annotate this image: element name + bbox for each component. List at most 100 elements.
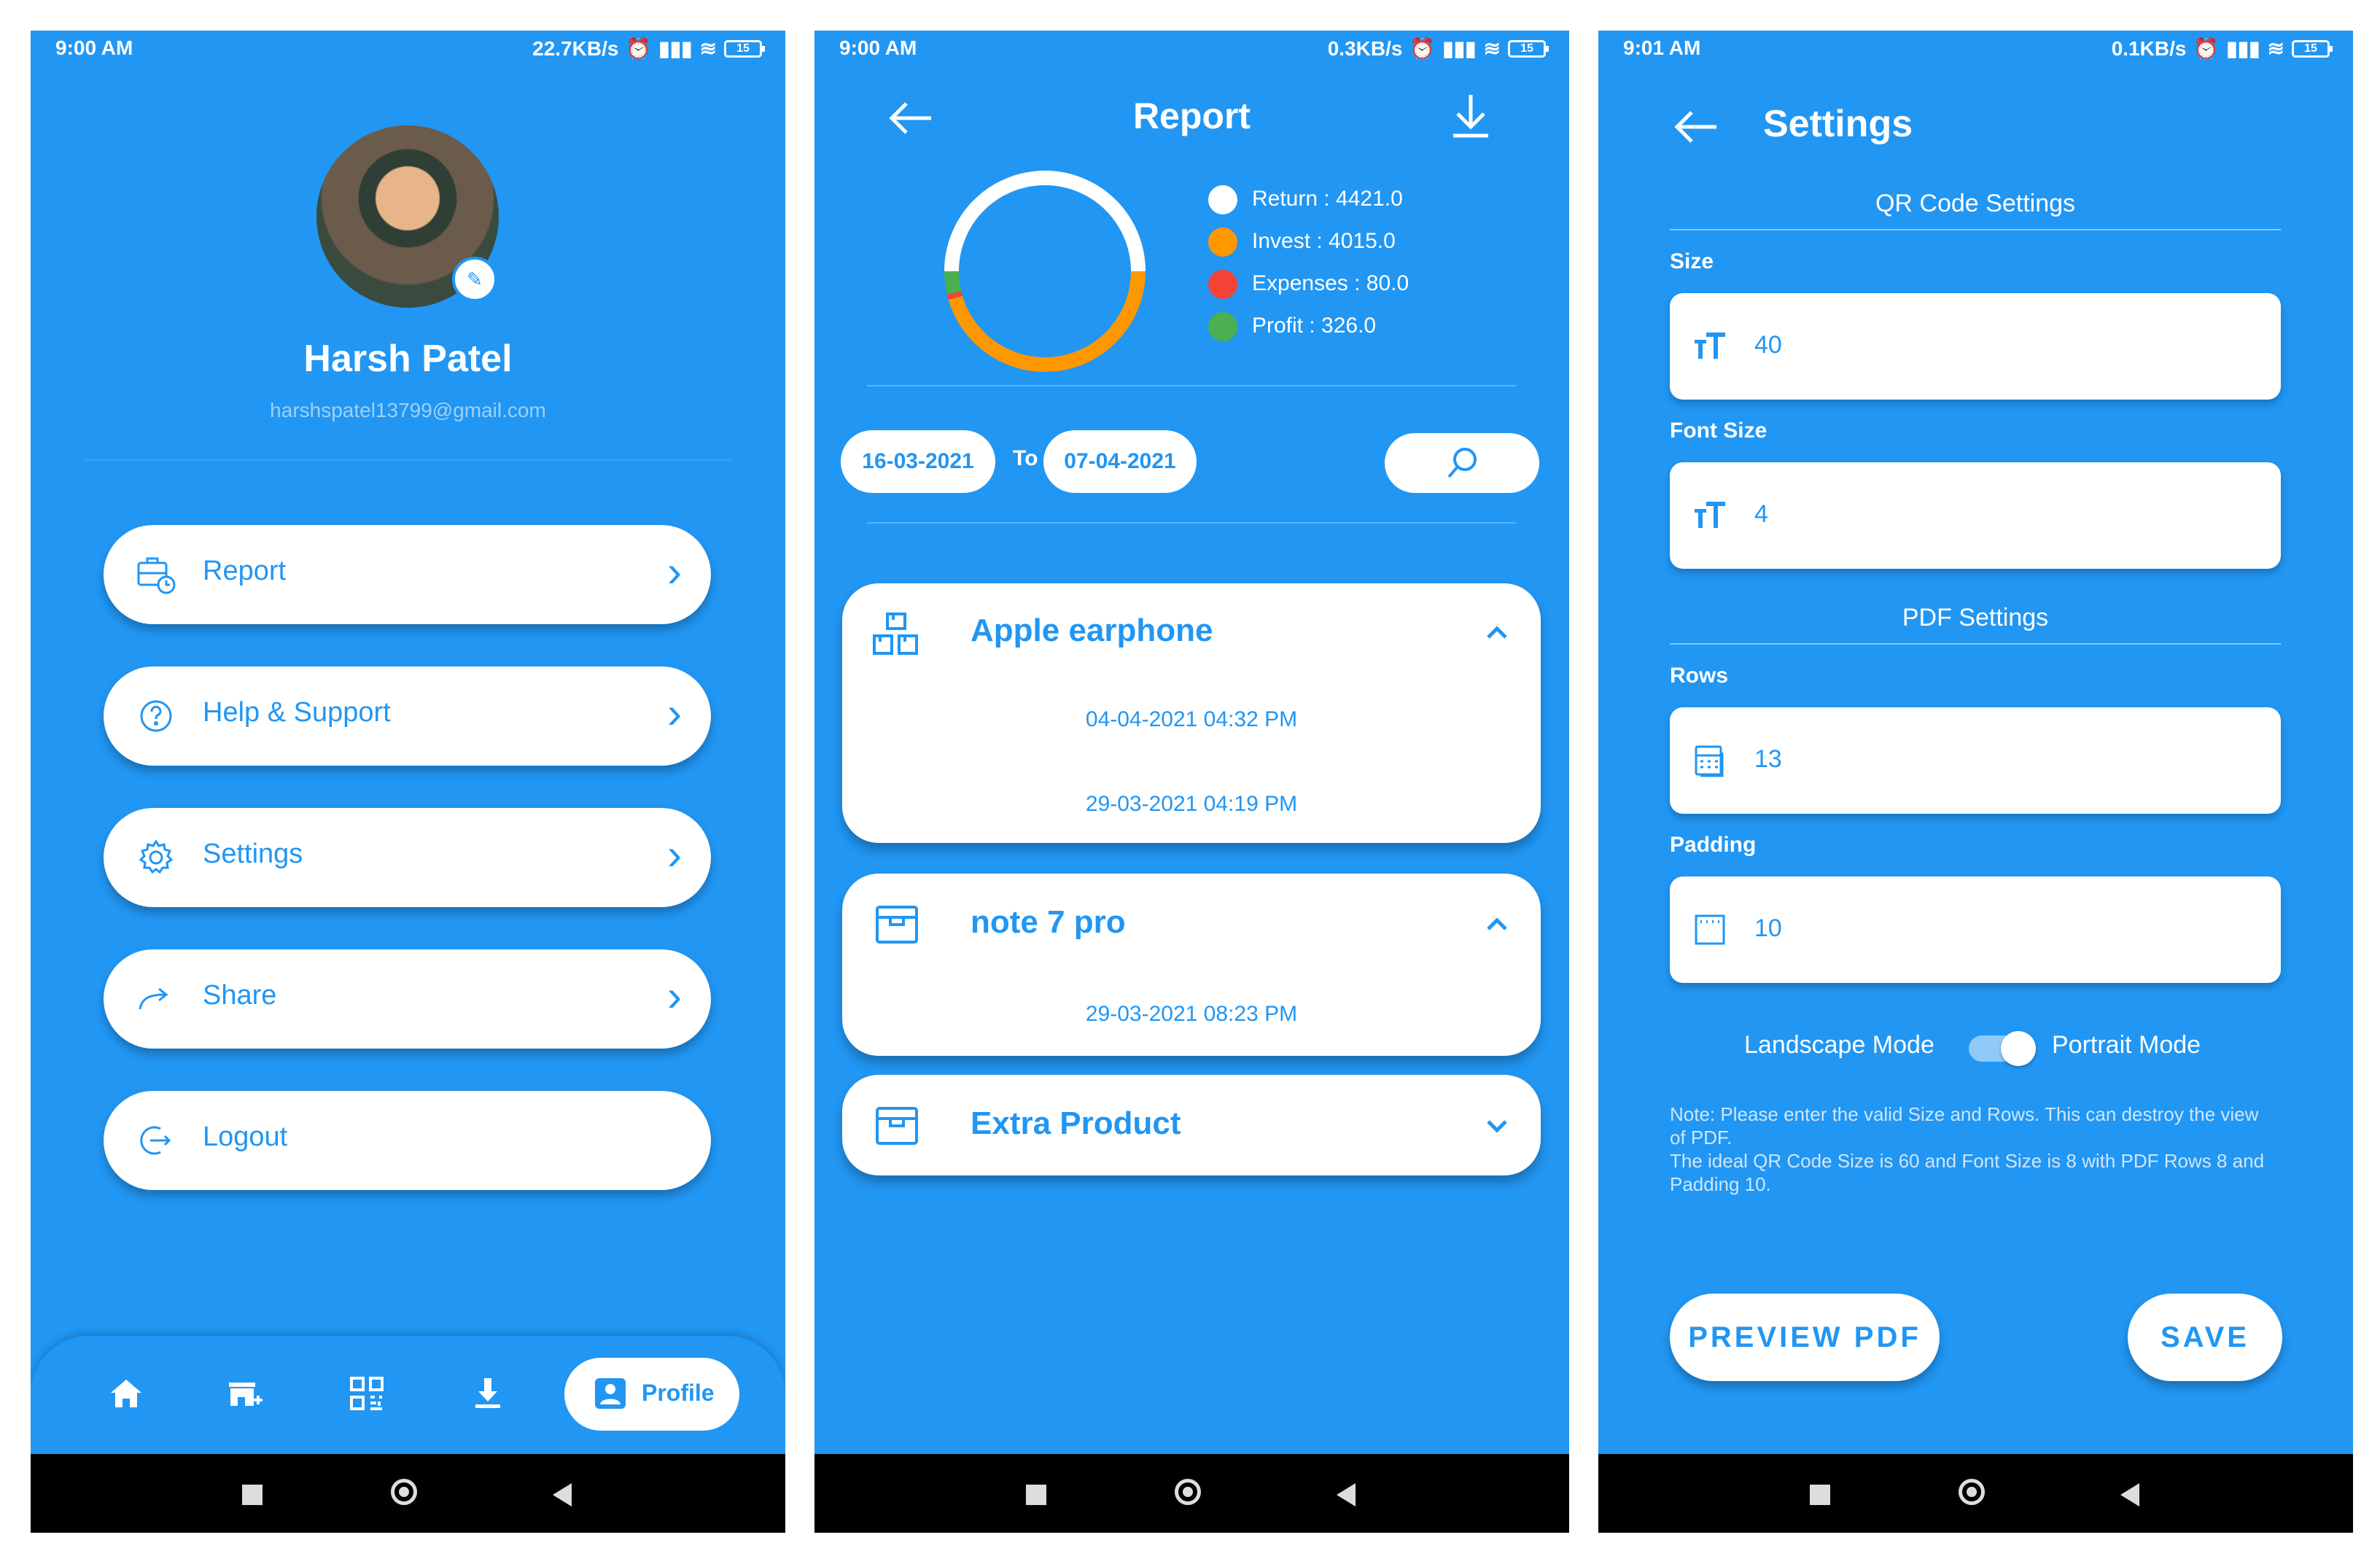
font-size-label: Font Size: [1670, 419, 1768, 443]
product-name: Extra Product: [971, 1105, 1181, 1141]
product-name: note 7 pro: [971, 904, 1126, 940]
menu-label: Share: [203, 980, 277, 1011]
logout-icon: [140, 1126, 171, 1155]
edit-avatar-button[interactable]: ✎: [452, 257, 497, 302]
report-donut-chart: [944, 171, 1146, 372]
network-speed: 22.7KB/s: [532, 36, 619, 60]
boxes-icon: [873, 613, 918, 655]
status-time: 9:00 AM: [55, 36, 133, 59]
status-bar: 9:00 AM 0.3KB/s ⏰ ▮▮▮ ≋ 15: [814, 31, 1569, 67]
note-line: Note: Please enter the valid Size and Ro…: [1670, 1103, 2259, 1148]
alarm-icon: ⏰: [1409, 37, 1436, 60]
date-from-picker[interactable]: 16-03-2021: [841, 430, 995, 493]
product-card-apple-earphone[interactable]: Apple earphone 04-04-2021 04:32 PM 29-03…: [842, 583, 1541, 843]
nav-item-profile[interactable]: Profile: [564, 1358, 739, 1431]
menu-label: Logout: [203, 1121, 288, 1152]
calculator-icon: [1695, 745, 1724, 777]
box-icon: [876, 906, 918, 944]
legend-label: Expenses : 80.0: [1252, 271, 1409, 295]
back-arrow-icon[interactable]: [1673, 106, 1719, 147]
signal-icon: ▮▮▮: [2226, 37, 2260, 60]
qr-section-heading: QR Code Settings: [1875, 190, 2076, 217]
qr-code-icon[interactable]: [347, 1374, 386, 1413]
menu-item-share[interactable]: Share ›: [104, 949, 711, 1049]
report-clock-icon: [137, 557, 176, 594]
product-card-extra-product[interactable]: Extra Product: [842, 1075, 1541, 1175]
padding-field[interactable]: 10: [1670, 876, 2281, 983]
search-button[interactable]: [1385, 433, 1539, 493]
network-speed: 0.3KB/s: [1327, 36, 1403, 60]
text-size-icon: [1695, 502, 1725, 528]
donut-slice-invest: [948, 271, 1146, 372]
note-line: The ideal QR Code Size is 60 and Font Si…: [1670, 1150, 2265, 1195]
status-bar: 9:01 AM 0.1KB/s ⏰ ▮▮▮ ≋ 15: [1598, 31, 2353, 67]
donut-slice-return: [944, 171, 1146, 272]
home-button[interactable]: [1959, 1479, 1985, 1505]
system-nav-bar: [31, 1454, 785, 1533]
legend-label: Profit : 326.0: [1252, 314, 1377, 338]
rows-value: 13: [1754, 745, 1782, 773]
recents-button[interactable]: [1810, 1485, 1830, 1505]
pencil-icon: ✎: [467, 268, 483, 290]
signal-icon: ▮▮▮: [658, 37, 693, 60]
chevron-right-icon: ›: [667, 547, 682, 596]
download-icon[interactable]: [1449, 92, 1493, 140]
home-icon[interactable]: [106, 1374, 146, 1413]
wifi-icon: ≋: [1483, 37, 1501, 60]
donut-slice-expenses: [946, 291, 962, 300]
font-size-field[interactable]: 4: [1670, 462, 2281, 569]
settings-screen: 9:01 AM 0.1KB/s ⏰ ▮▮▮ ≋ 15 Settings QR C…: [1598, 31, 2353, 1533]
recents-button[interactable]: [1026, 1485, 1046, 1505]
download-icon[interactable]: [468, 1374, 508, 1413]
size-field[interactable]: 40: [1670, 293, 2281, 400]
alarm-icon: ⏰: [626, 37, 652, 60]
system-nav-bar: [814, 1454, 1569, 1533]
chevron-up-icon[interactable]: [1482, 910, 1512, 939]
home-button[interactable]: [1175, 1479, 1201, 1505]
date-to-picker[interactable]: 07-04-2021: [1043, 430, 1197, 493]
status-time: 9:01 AM: [1623, 36, 1701, 59]
menu-item-report[interactable]: Report ›: [104, 525, 711, 624]
product-entry[interactable]: 29-03-2021 04:19 PM: [842, 792, 1541, 817]
network-speed: 0.1KB/s: [2111, 36, 2187, 60]
status-icons: 0.3KB/s ⏰ ▮▮▮ ≋ 15: [1327, 36, 1549, 61]
rows-field[interactable]: 13: [1670, 707, 2281, 814]
save-button[interactable]: SAVE: [2128, 1294, 2282, 1381]
profile-screen: 9:00 AM 22.7KB/s ⏰ ▮▮▮ ≋ 15 ✎ Harsh Pate…: [31, 31, 785, 1533]
size-label: Size: [1670, 249, 1714, 273]
product-entry[interactable]: 04-04-2021 04:32 PM: [842, 707, 1541, 732]
status-bar: 9:00 AM 22.7KB/s ⏰ ▮▮▮ ≋ 15: [31, 31, 785, 67]
signal-icon: ▮▮▮: [1442, 37, 1477, 60]
battery-icon: 15: [1508, 39, 1549, 58]
chevron-up-icon[interactable]: [1482, 618, 1512, 648]
rows-label: Rows: [1670, 664, 1729, 688]
padding-label: Padding: [1670, 833, 1757, 857]
menu-item-help[interactable]: Help & Support ›: [104, 666, 711, 766]
legend-dot: [1208, 312, 1237, 341]
menu-item-logout[interactable]: Logout: [104, 1091, 711, 1190]
profile-name: Harsh Patel: [303, 338, 513, 380]
back-button[interactable]: [2120, 1483, 2139, 1506]
home-button[interactable]: [391, 1479, 417, 1505]
date-range-to-label: To: [1013, 446, 1038, 470]
orientation-toggle[interactable]: [1969, 1031, 2036, 1066]
nav-label-profile: Profile: [642, 1380, 715, 1406]
back-button[interactable]: [553, 1483, 572, 1506]
menu-label: Report: [203, 556, 287, 586]
status-icons: 22.7KB/s ⏰ ▮▮▮ ≋ 15: [532, 36, 765, 61]
chevron-down-icon[interactable]: [1482, 1111, 1512, 1140]
divider: [867, 385, 1517, 386]
divider: [1670, 229, 2281, 230]
donut-slice-profit: [944, 271, 962, 295]
preview-pdf-button[interactable]: PREVIEW PDF: [1670, 1294, 1940, 1381]
menu-item-settings[interactable]: Settings ›: [104, 808, 711, 907]
back-button[interactable]: [1337, 1483, 1356, 1506]
product-entry[interactable]: 29-03-2021 08:23 PM: [842, 1002, 1541, 1027]
pdf-section-heading: PDF Settings: [1902, 604, 2049, 631]
legend-dot: [1208, 270, 1237, 299]
add-store-icon[interactable]: [225, 1374, 264, 1413]
report-screen: 9:00 AM 0.3KB/s ⏰ ▮▮▮ ≋ 15 Report Return…: [814, 31, 1569, 1533]
product-card-note-7-pro[interactable]: note 7 pro 29-03-2021 08:23 PM: [842, 874, 1541, 1056]
recents-button[interactable]: [242, 1485, 262, 1505]
size-value: 40: [1754, 331, 1782, 359]
